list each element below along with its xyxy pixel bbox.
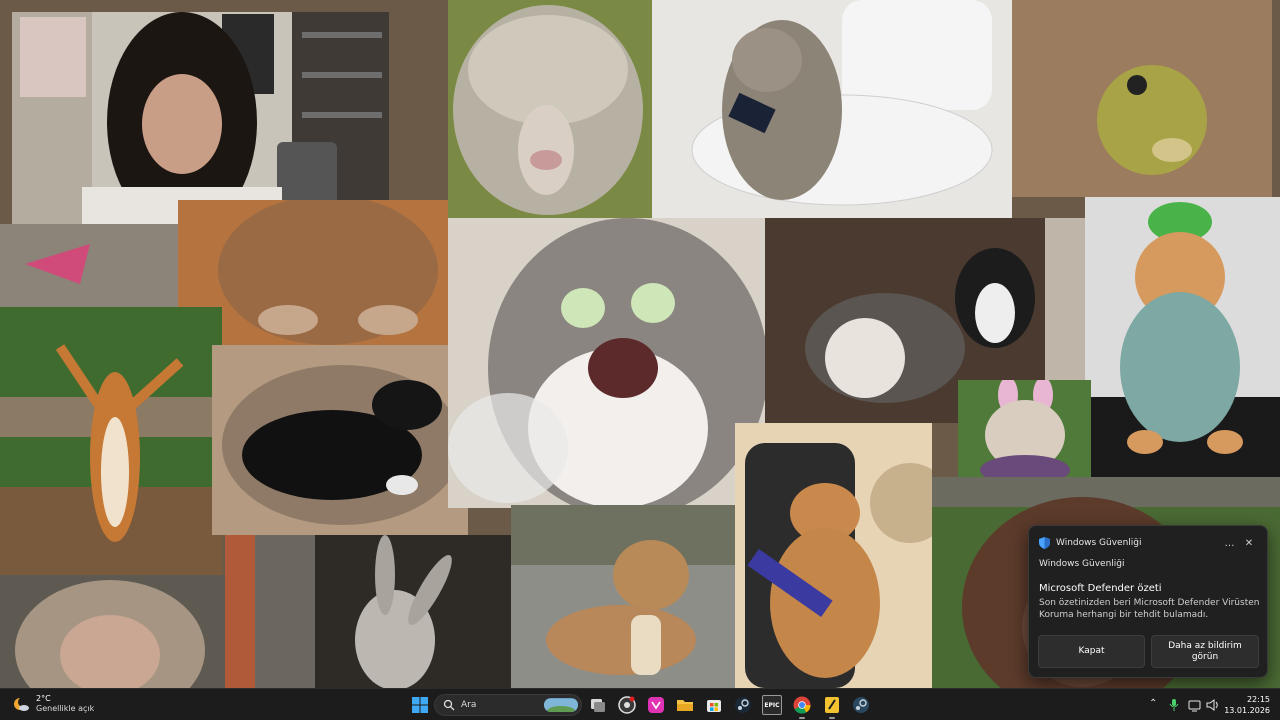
wallpaper-tile-dog-bread — [511, 505, 735, 688]
file-explorer-icon[interactable] — [675, 695, 695, 715]
system-clock[interactable]: 22:15 13.01.2026 — [1224, 694, 1270, 716]
shield-icon — [1039, 537, 1050, 549]
wallpaper-tile-monkey — [0, 575, 225, 688]
dismiss-button[interactable]: Kapat — [1038, 635, 1145, 668]
volume-icon[interactable] — [1206, 698, 1220, 712]
wallpaper-tile-screaming-cat — [448, 218, 765, 508]
fewer-notifications-button[interactable]: Daha az bildirim görün — [1151, 635, 1259, 668]
wallpaper-tile-cat-toilet — [652, 0, 1012, 218]
start-icon[interactable] — [410, 695, 430, 715]
wallpaper-tile-donkey — [225, 535, 511, 688]
weather-temperature: 2°C — [36, 694, 51, 703]
weather-moon-icon — [14, 697, 29, 711]
wallpaper-tile-squirrel — [0, 307, 222, 575]
notification-header: Windows Güvenliği … ✕ — [1039, 535, 1257, 551]
epic-games-icon[interactable]: EPIC — [762, 695, 782, 715]
wallpaper-tile-cat-green-hat — [1085, 197, 1280, 477]
store-icon[interactable] — [704, 695, 724, 715]
more-options-icon[interactable]: … — [1219, 538, 1241, 549]
wallpaper-tile-gamer-cat — [735, 423, 932, 688]
task-view-icon[interactable] — [588, 695, 608, 715]
steam-icon[interactable] — [733, 695, 753, 715]
media-app-icon[interactable] — [822, 695, 842, 715]
wallpaper-tile-black-dog — [212, 345, 468, 535]
network-icon[interactable] — [1188, 698, 1202, 712]
wallpaper-tile-bulldog — [958, 380, 1091, 480]
notification-app-name: Windows Güvenliği — [1056, 538, 1142, 548]
wallpaper-tile-webcam-streamer — [12, 12, 389, 224]
wallpaper-tile-scratch-left — [0, 224, 178, 307]
wallpaper-tile-sheep — [448, 0, 652, 218]
notification-title: Microsoft Defender özeti — [1039, 583, 1162, 594]
search-icon — [443, 699, 455, 711]
chrome-icon[interactable] — [792, 695, 812, 715]
weather-widget[interactable]: 2°C Genellikle açık — [12, 694, 94, 714]
chrome-active-indicator — [799, 717, 805, 719]
chrome-alt-icon[interactable] — [617, 695, 637, 715]
notification-body: Son özetinizden beri Microsoft Defender … — [1039, 598, 1260, 620]
microphone-icon[interactable] — [1168, 698, 1180, 712]
clock-time: 22:15 — [1246, 695, 1270, 704]
notification-source: Windows Güvenliği — [1039, 559, 1125, 569]
media-app-active-indicator — [829, 717, 835, 719]
steam-secondary-icon[interactable] — [851, 695, 871, 715]
search-placeholder: Ara — [461, 700, 477, 710]
clock-date: 13.01.2026 — [1224, 706, 1270, 715]
search-highlight-image — [544, 698, 578, 712]
wallpaper-tile-frog — [1012, 0, 1272, 197]
tray-overflow-chevron-icon[interactable]: ⌃ — [1149, 698, 1157, 709]
weather-condition: Genellikle açık — [36, 704, 95, 713]
taskbar-search-box[interactable]: Ara — [434, 694, 582, 716]
taskbar: 2°C Genellikle açık Ara EPIC ⌃ 22:15 13.… — [0, 688, 1280, 720]
windows-security-notification[interactable]: Windows Güvenliği … ✕ Windows Güvenliği … — [1028, 525, 1268, 678]
pink-app-icon[interactable] — [646, 695, 666, 715]
close-icon[interactable]: ✕ — [1241, 538, 1257, 549]
